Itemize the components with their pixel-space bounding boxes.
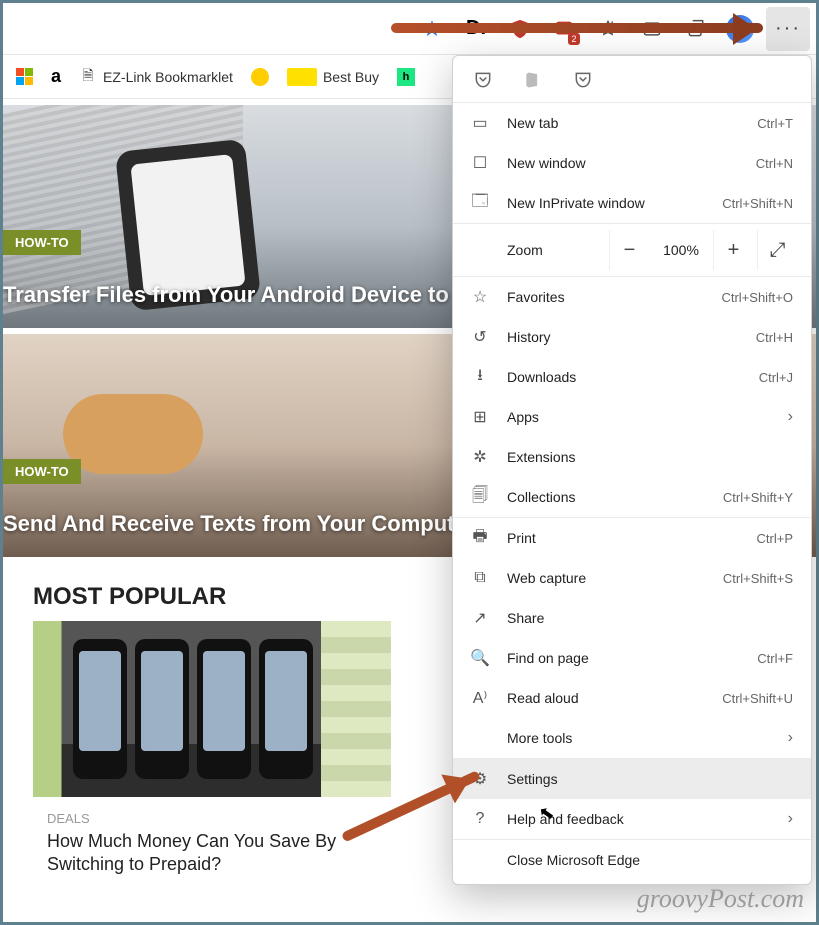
menu-extensions[interactable]: ✲ Extensions xyxy=(453,437,811,477)
chevron-right-icon: › xyxy=(788,810,793,828)
menu-apps[interactable]: ⊞ Apps › xyxy=(453,397,811,437)
menu-help[interactable]: ? Help and feedback › xyxy=(453,799,811,839)
menu-new-inprivate[interactable]: 🗔 New InPrivate window Ctrl+Shift+N xyxy=(453,183,811,223)
menu-print[interactable]: 🖶 Print Ctrl+P xyxy=(453,518,811,558)
menu-downloads[interactable]: ⭳ Downloads Ctrl+J xyxy=(453,357,811,397)
bookmark-microsoft[interactable] xyxy=(15,68,33,86)
settings-menu: ▭ New tab Ctrl+T ☐ New window Ctrl+N 🗔 N… xyxy=(452,55,812,885)
print-icon: 🖶 xyxy=(469,525,491,552)
extensions-icon: ✲ xyxy=(469,447,491,467)
popular-card[interactable]: DEALS How Much Money Can You Save By Swi… xyxy=(33,621,391,877)
bestbuy-icon xyxy=(287,68,317,86)
bookmark-label: EZ-Link Bookmarklet xyxy=(103,69,233,85)
menu-read-aloud[interactable]: A⁾ Read aloud Ctrl+Shift+U xyxy=(453,678,811,718)
capture-icon: ⧉ xyxy=(469,569,491,587)
menu-share[interactable]: ↗ Share xyxy=(453,598,811,638)
bookmark-bestbuy[interactable]: Best Buy xyxy=(287,68,379,86)
popular-image xyxy=(33,621,391,797)
zoom-value: 100% xyxy=(653,242,709,258)
apps-icon: ⊞ xyxy=(469,407,491,427)
inprivate-icon: 🗔 xyxy=(469,190,491,217)
menu-collections[interactable]: 🗐 Collections Ctrl+Shift+Y xyxy=(453,477,811,517)
menu-history[interactable]: ↺ History Ctrl+H xyxy=(453,317,811,357)
watermark-text: groovyPost.com xyxy=(637,884,804,914)
zoom-label: Zoom xyxy=(507,242,559,258)
pocket-icon[interactable] xyxy=(473,70,495,92)
popular-category: DEALS xyxy=(47,811,391,826)
history-icon: ↺ xyxy=(469,327,491,347)
annotation-arrow xyxy=(391,23,763,25)
bookmark-walmart[interactable] xyxy=(251,68,269,86)
collections-icon: 🗐 xyxy=(469,484,491,511)
menu-new-window[interactable]: ☐ New window Ctrl+N xyxy=(453,143,811,183)
help-icon: ? xyxy=(469,810,491,828)
menu-more-tools[interactable]: · More tools › xyxy=(453,718,811,758)
menu-favorites[interactable]: ☆ Favorites Ctrl+Shift+O xyxy=(453,277,811,317)
menu-close-edge[interactable]: · Close Microsoft Edge xyxy=(453,840,811,880)
chevron-right-icon: › xyxy=(788,408,793,426)
bookmark-ezlink[interactable]: 🗎 EZ-Link Bookmarklet xyxy=(79,68,233,86)
read-aloud-icon: A⁾ xyxy=(469,688,491,708)
chevron-right-icon: › xyxy=(788,729,793,747)
bookmark-amazon[interactable]: a xyxy=(51,66,61,87)
article-tag: HOW-TO xyxy=(3,459,81,484)
page-icon: 🗎 xyxy=(79,68,97,86)
office-icon[interactable] xyxy=(523,70,545,92)
download-icon: ⭳ xyxy=(469,364,491,391)
menu-settings[interactable]: ⚙ Settings xyxy=(453,759,811,799)
find-icon: 🔍 xyxy=(469,648,491,668)
window-new-icon: ▭ xyxy=(469,113,491,133)
menu-new-tab[interactable]: ▭ New tab Ctrl+T xyxy=(453,103,811,143)
zoom-in-button[interactable]: + xyxy=(713,230,753,270)
pocket-icon[interactable] xyxy=(573,70,595,92)
zoom-out-button[interactable]: − xyxy=(609,230,649,270)
star-icon: ☆ xyxy=(469,287,491,307)
share-icon: ↗ xyxy=(469,608,491,628)
popular-title: How Much Money Can You Save By Switching… xyxy=(33,830,391,877)
menu-web-capture[interactable]: ⧉ Web capture Ctrl+Shift+S xyxy=(453,558,811,598)
bookmark-hulu[interactable]: h xyxy=(397,68,415,86)
fullscreen-button[interactable]: ⤢ xyxy=(757,230,797,270)
menu-pinned-row xyxy=(453,56,811,102)
window-icon: ☐ xyxy=(469,153,491,173)
article-tag: HOW-TO xyxy=(3,230,81,255)
badge-count: 2 xyxy=(568,33,579,45)
menu-find[interactable]: 🔍 Find on page Ctrl+F xyxy=(453,638,811,678)
menu-zoom-row: Zoom − 100% + ⤢ xyxy=(453,224,811,276)
bookmark-label: Best Buy xyxy=(323,69,379,85)
